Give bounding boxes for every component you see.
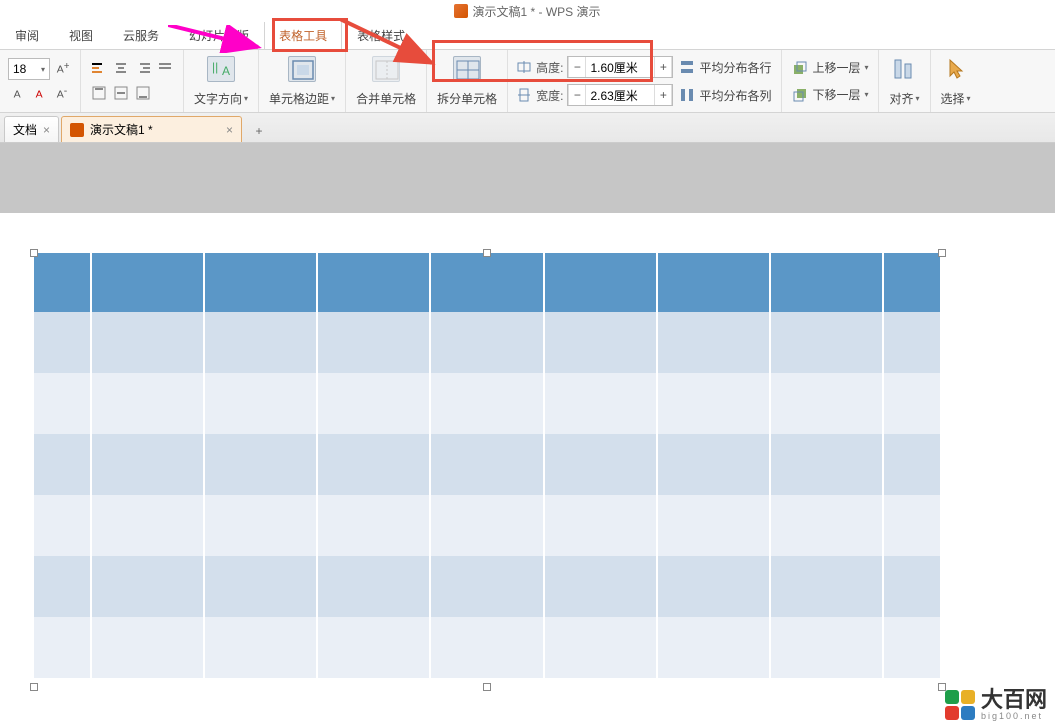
- arrange-group: 上移一层▾ 下移一层▾: [782, 50, 879, 112]
- increase-font-icon[interactable]: A+: [52, 59, 72, 79]
- height-decrease-button[interactable]: −: [568, 57, 586, 77]
- svg-text:A: A: [222, 64, 230, 78]
- align-extra-icon[interactable]: [155, 59, 175, 79]
- split-cells-button[interactable]: 拆分单元格: [427, 50, 508, 112]
- table-row[interactable]: [34, 495, 940, 556]
- svg-text:A: A: [14, 89, 21, 101]
- alignment-group: [81, 50, 184, 112]
- svg-text:-: -: [64, 87, 68, 97]
- select-button[interactable]: 选择▾: [931, 50, 981, 112]
- title-text: 演示文稿1 * - WPS 演示: [472, 3, 600, 20]
- distribute-rows-button[interactable]: 平均分布各行: [677, 57, 773, 78]
- table-row[interactable]: [34, 434, 940, 495]
- valign-bottom-icon[interactable]: [133, 83, 153, 103]
- table-row[interactable]: [34, 556, 940, 617]
- width-icon: [516, 87, 532, 103]
- font-size-group: 18▾ A+ A A A-: [0, 50, 81, 112]
- svg-text:A: A: [57, 89, 64, 101]
- width-spinner[interactable]: − +: [567, 84, 673, 106]
- cell-margin-icon: [288, 56, 316, 82]
- font-style2-icon[interactable]: A: [30, 84, 50, 104]
- menu-5[interactable]: 表格样式: [342, 22, 420, 49]
- document-tab-strip: 文档 × 演示文稿1 * × +: [0, 113, 1055, 143]
- menu-4[interactable]: 表格工具: [264, 22, 342, 49]
- resize-handle-s[interactable]: [483, 683, 491, 691]
- slide-canvas[interactable]: [0, 213, 1055, 708]
- height-increase-button[interactable]: +: [654, 57, 672, 77]
- merge-cells-button: 合并单元格: [346, 50, 427, 112]
- align-top-center-icon[interactable]: [111, 59, 131, 79]
- font-style-icon[interactable]: A: [8, 84, 28, 104]
- svg-text:+: +: [64, 62, 69, 72]
- menu-bar: 审阅视图云服务幻灯片母版表格工具表格样式: [0, 22, 1055, 50]
- select-cursor-icon: [942, 56, 970, 82]
- width-decrease-button[interactable]: −: [568, 85, 586, 105]
- slide-table[interactable]: [34, 253, 940, 678]
- height-spinner[interactable]: − +: [567, 56, 673, 78]
- svg-text:A: A: [36, 89, 43, 101]
- resize-handle-nw[interactable]: [30, 249, 38, 257]
- height-input[interactable]: [586, 57, 654, 77]
- resize-handle-ne[interactable]: [938, 249, 946, 257]
- resize-handle-n[interactable]: [483, 249, 491, 257]
- add-tab-button[interactable]: +: [248, 120, 270, 142]
- move-down-button[interactable]: 下移一层▾: [790, 84, 870, 105]
- svg-text:A: A: [57, 64, 64, 76]
- menu-1[interactable]: 视图: [54, 22, 108, 49]
- menu-0[interactable]: 审阅: [0, 22, 54, 49]
- cell-margin-button[interactable]: 单元格边距▾: [259, 50, 346, 112]
- align-icon: [891, 56, 919, 82]
- width-increase-button[interactable]: +: [654, 85, 672, 105]
- menu-2[interactable]: 云服务: [108, 22, 174, 49]
- align-button[interactable]: 对齐▾: [879, 50, 930, 112]
- split-cells-icon: [453, 56, 481, 82]
- merge-cells-icon: [372, 56, 400, 82]
- valign-middle-icon[interactable]: [111, 83, 131, 103]
- title-bar: 演示文稿1 * - WPS 演示: [0, 0, 1055, 22]
- table-row[interactable]: [34, 373, 940, 434]
- height-label: 高度:: [536, 59, 563, 76]
- text-direction-button[interactable]: ||A 文字方向▾: [184, 50, 259, 112]
- width-input[interactable]: [586, 85, 654, 105]
- canvas-background: [0, 143, 1055, 213]
- decrease-font-icon[interactable]: A-: [52, 84, 72, 104]
- document-tab-1[interactable]: 文档 ×: [4, 116, 59, 142]
- table-header-row[interactable]: [34, 253, 940, 312]
- text-direction-icon: || A: [207, 56, 235, 82]
- valign-top-icon[interactable]: [89, 83, 109, 103]
- size-group: 高度: − + 平均分布各行 宽度: − + 平均分布各列: [508, 50, 782, 112]
- close-tab-icon[interactable]: ×: [226, 123, 233, 137]
- close-tab-icon[interactable]: ×: [43, 123, 50, 137]
- width-label: 宽度:: [536, 87, 563, 104]
- watermark: 大百网 big100.net: [945, 689, 1047, 721]
- font-size-select[interactable]: 18▾: [8, 58, 50, 80]
- svg-text:||: ||: [212, 60, 218, 74]
- align-top-right-icon[interactable]: [133, 59, 153, 79]
- align-top-left-icon[interactable]: [89, 59, 109, 79]
- table-row[interactable]: [34, 312, 940, 373]
- menu-3[interactable]: 幻灯片母版: [174, 22, 264, 49]
- document-tab-2[interactable]: 演示文稿1 * ×: [61, 116, 242, 142]
- presentation-icon: [70, 123, 84, 137]
- move-up-button[interactable]: 上移一层▾: [790, 57, 870, 78]
- app-icon: [454, 4, 468, 18]
- watermark-logo-icon: [945, 690, 975, 720]
- resize-handle-sw[interactable]: [30, 683, 38, 691]
- distribute-cols-button[interactable]: 平均分布各列: [677, 85, 773, 106]
- table-row[interactable]: [34, 617, 940, 678]
- height-icon: [516, 59, 532, 75]
- ribbon-toolbar: 18▾ A+ A A A- ||A 文字方向▾ 单元格边距▾ 合并单元格: [0, 50, 1055, 113]
